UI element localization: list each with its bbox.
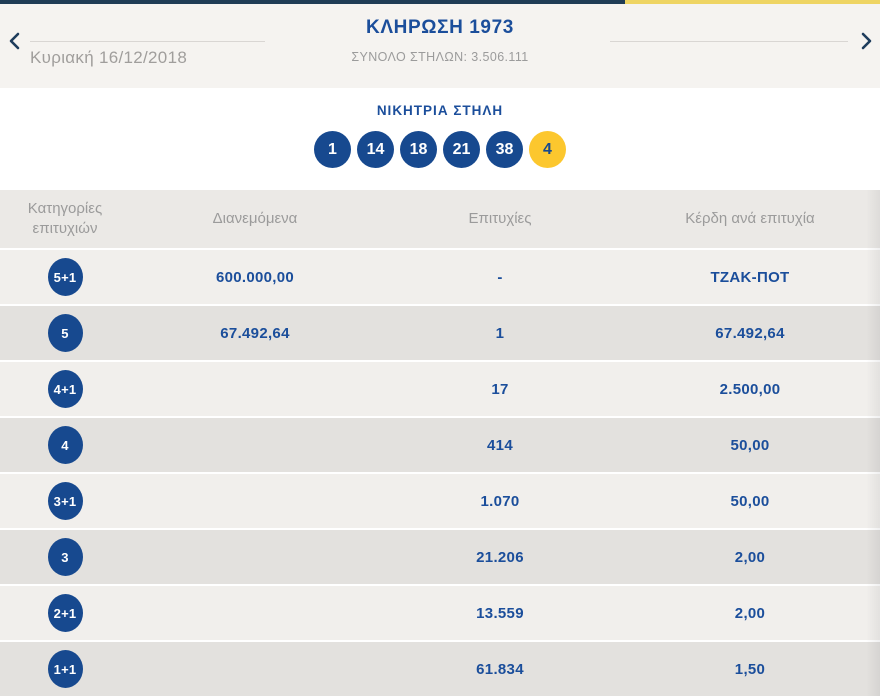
bonus-number-ball: 4 <box>529 131 566 168</box>
results-table-header: Κατηγορίες επιτυχιών Διανεμόμενα Επιτυχί… <box>0 190 880 248</box>
category-badge: 3 <box>47 538 83 576</box>
category-cell: 4+1 <box>0 370 130 408</box>
winning-number-ball: 21 <box>443 131 480 168</box>
table-row: 4 414 50,00 <box>0 418 880 472</box>
winners-count: 17 <box>491 380 509 398</box>
table-row: 1+1 61.834 1,50 <box>0 642 880 696</box>
category-badge: 5+1 <box>47 258 83 296</box>
category-badge-label: 2+1 <box>53 605 77 621</box>
prize-per-win: 50,00 <box>730 436 770 454</box>
table-row: 5+1 600.000,00 - ΤΖΑΚ-ΠΟΤ <box>0 250 880 304</box>
column-header-prize: Κέρδη ανά επιτυχία <box>685 209 815 227</box>
category-badge-label: 5+1 <box>53 269 77 285</box>
draw-header: ΚΛΗΡΩΣΗ 1973 ΣΥΝΟΛΟ ΣΤΗΛΩΝ: 3.506.111 Κυ… <box>0 4 880 88</box>
table-row: 3+1 1.070 50,00 <box>0 474 880 528</box>
winning-number-ball: 1 <box>314 131 351 168</box>
table-row: 2+1 13.559 2,00 <box>0 586 880 640</box>
prize-per-win: 2,00 <box>734 604 766 622</box>
category-cell: 2+1 <box>0 594 130 632</box>
category-cell: 1+1 <box>0 650 130 688</box>
results-table: Κατηγορίες επιτυχιών Διανεμόμενα Επιτυχί… <box>0 190 880 696</box>
winners-count: - <box>497 268 503 286</box>
category-cell: 5+1 <box>0 258 130 296</box>
draw-title: ΚΛΗΡΩΣΗ 1973 <box>366 17 514 38</box>
winners-count: 13.559 <box>476 604 524 622</box>
winning-number-ball: 14 <box>357 131 394 168</box>
category-badge: 1+1 <box>47 650 83 688</box>
winners-count: 1.070 <box>480 492 520 510</box>
category-badge-label: 4+1 <box>53 381 77 397</box>
winners-count: 21.206 <box>476 548 524 566</box>
winners-count: 414 <box>487 436 513 454</box>
category-badge-label: 3+1 <box>53 493 77 509</box>
prize-per-win: 1,50 <box>734 660 766 678</box>
column-header-categories: Κατηγορίες επιτυχιών <box>27 199 103 237</box>
prize-per-win: 2,00 <box>734 548 766 566</box>
draw-date: Κυριακή 16/12/2018 <box>30 48 188 67</box>
category-badge: 4+1 <box>47 370 83 408</box>
winners-count: 1 <box>495 324 505 342</box>
joker-draw-results-page: ΚΛΗΡΩΣΗ 1973 ΣΥΝΟΛΟ ΣΤΗΛΩΝ: 3.506.111 Κυ… <box>0 0 880 696</box>
category-cell: 3+1 <box>0 482 130 520</box>
header-divider-left <box>30 41 265 42</box>
prize-per-win: 67.492,64 <box>715 324 785 342</box>
category-cell: 5 <box>0 314 130 352</box>
winners-count: 61.834 <box>476 660 524 678</box>
header-divider-right <box>610 41 848 42</box>
category-badge: 5 <box>47 314 83 352</box>
winning-number-ball: 18 <box>400 131 437 168</box>
category-badge-label: 4 <box>61 437 69 453</box>
category-badge-label: 1+1 <box>53 661 77 677</box>
column-header-winners: Επιτυχίες <box>468 209 532 227</box>
distributed-amount: 600.000,00 <box>215 268 295 286</box>
category-badge: 3+1 <box>47 482 83 520</box>
category-cell: 3 <box>0 538 130 576</box>
prize-per-win: 2.500,00 <box>719 380 781 398</box>
prize-per-win: ΤΖΑΚ-ΠΟΤ <box>710 268 790 286</box>
category-badge-label: 3 <box>61 549 69 565</box>
chevron-right-icon <box>860 32 873 50</box>
table-row: 5 67.492,64 1 67.492,64 <box>0 306 880 360</box>
results-table-body: 5+1 600.000,00 - ΤΖΑΚ-ΠΟΤ 5 67.492,64 1 … <box>0 250 880 696</box>
winning-numbers: 1 14 18 21 38 4 <box>0 131 880 168</box>
column-header-distributed: Διανεμόμενα <box>212 209 298 227</box>
category-cell: 4 <box>0 426 130 464</box>
table-row: 4+1 17 2.500,00 <box>0 362 880 416</box>
prize-per-win: 50,00 <box>730 492 770 510</box>
winning-column-section: ΝΙΚΗΤΡΙΑ ΣΤΗΛΗ 1 14 18 21 38 4 <box>0 88 880 190</box>
distributed-amount: 67.492,64 <box>220 324 290 342</box>
table-row: 3 21.206 2,00 <box>0 530 880 584</box>
category-badge: 4 <box>47 426 83 464</box>
winning-number-ball: 38 <box>486 131 523 168</box>
category-badge: 2+1 <box>47 594 83 632</box>
winning-column-heading: ΝΙΚΗΤΡΙΑ ΣΤΗΛΗ <box>376 103 504 118</box>
next-draw-button[interactable] <box>855 28 877 54</box>
category-badge-label: 5 <box>61 325 69 341</box>
